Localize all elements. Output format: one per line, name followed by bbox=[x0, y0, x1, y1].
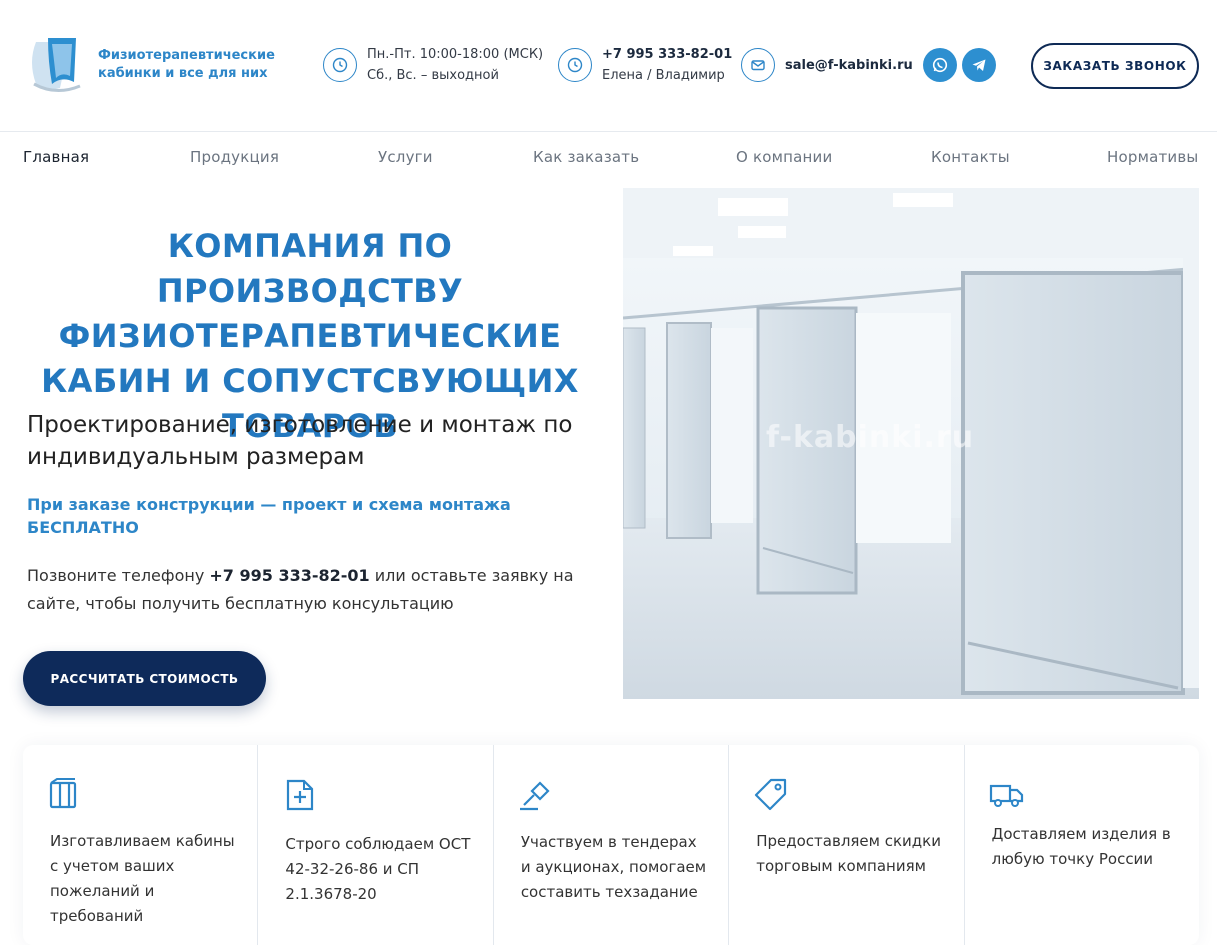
hours-weekend: Сб., Вс. – выходной bbox=[367, 68, 499, 83]
clock-icon bbox=[558, 48, 592, 82]
logo-text[interactable]: Физиотерапевтические кабинки и все для н… bbox=[98, 47, 278, 83]
email-link[interactable]: sale@f-kabinki.ru bbox=[785, 55, 913, 76]
hero-promo: При заказе конструкции — проект и схема … bbox=[27, 495, 511, 537]
document-plus-icon bbox=[287, 779, 314, 811]
nav-item-how-to-order[interactable]: Как заказать bbox=[533, 148, 639, 166]
hero-text-before: Позвоните телефону bbox=[27, 566, 210, 585]
hero-text: Позвоните телефону +7 995 333-82-01 или … bbox=[27, 562, 587, 618]
nav-item-services[interactable]: Услуги bbox=[378, 148, 433, 166]
feature-text: Участвуем в тендерах и аукционах, помога… bbox=[520, 833, 707, 901]
phone-contacts: Елена / Владимир bbox=[602, 68, 725, 83]
feature-item: Доставляем изделия в любую точку России bbox=[965, 745, 1199, 945]
feature-text: Изготавливаем кабины с учетом ваших поже… bbox=[50, 832, 235, 925]
feature-item: Участвуем в тендерах и аукционах, помога… bbox=[494, 745, 730, 945]
gavel-icon bbox=[519, 781, 550, 811]
feature-text: Доставляем изделия в любую точку России bbox=[991, 825, 1171, 868]
whatsapp-icon[interactable] bbox=[923, 48, 957, 82]
nav-item-standards[interactable]: Нормативы bbox=[1107, 148, 1198, 166]
features-strip: Изготавливаем кабины с учетом ваших поже… bbox=[23, 745, 1199, 945]
nav-item-contacts[interactable]: Контакты bbox=[931, 148, 1010, 166]
main-nav: Главная Продукция Услуги Как заказать О … bbox=[0, 148, 1217, 172]
telegram-icon[interactable] bbox=[962, 48, 996, 82]
site-header: Физиотерапевтические кабинки и все для н… bbox=[0, 0, 1217, 132]
callback-button[interactable]: ЗАКАЗАТЬ ЗВОНОК bbox=[1031, 43, 1199, 89]
hours-weekdays: Пн.-Пт. 10:00-18:00 (МСК) bbox=[367, 47, 544, 62]
working-hours: Пн.-Пт. 10:00-18:00 (МСК) Сб., Вс. – вых… bbox=[323, 44, 543, 86]
phone-block: +7 995 333-82-01 Елена / Владимир bbox=[558, 44, 732, 86]
email-block: sale@f-kabinki.ru bbox=[741, 48, 913, 82]
clock-icon bbox=[323, 48, 357, 82]
nav-item-about[interactable]: О компании bbox=[736, 148, 832, 166]
feature-item: Изготавливаем кабины с учетом ваших поже… bbox=[23, 745, 259, 945]
phone-link[interactable]: +7 995 333-82-01 bbox=[602, 44, 732, 65]
truck-icon bbox=[989, 784, 1023, 807]
image-watermark: f-kabinki.ru bbox=[766, 420, 975, 455]
feature-text: Предоставляем скидки торговым компаниям bbox=[756, 832, 941, 875]
nav-item-products[interactable]: Продукция bbox=[190, 148, 279, 166]
feature-item: Строго соблюдаем ОСТ 42-32-26-86 и СП 2.… bbox=[258, 745, 494, 945]
mail-icon bbox=[741, 48, 775, 82]
feature-text: Строго соблюдаем ОСТ 42-32-26-86 и СП 2.… bbox=[285, 835, 471, 903]
hero-image: f-kabinki.ru bbox=[623, 188, 1199, 699]
hero-phone[interactable]: +7 995 333-82-01 bbox=[209, 566, 369, 585]
logo-icon[interactable] bbox=[26, 32, 86, 96]
nav-item-home[interactable]: Главная bbox=[23, 148, 89, 166]
calculate-cost-button[interactable]: РАССЧИТАТЬ СТОИМОСТЬ bbox=[23, 651, 266, 706]
tag-icon bbox=[755, 778, 787, 811]
feature-item: Предоставляем скидки торговым компаниям bbox=[729, 745, 965, 945]
hero-subtitle: Проектирование, изготовление и монтаж по… bbox=[27, 412, 573, 470]
cabin-icon bbox=[49, 778, 77, 809]
